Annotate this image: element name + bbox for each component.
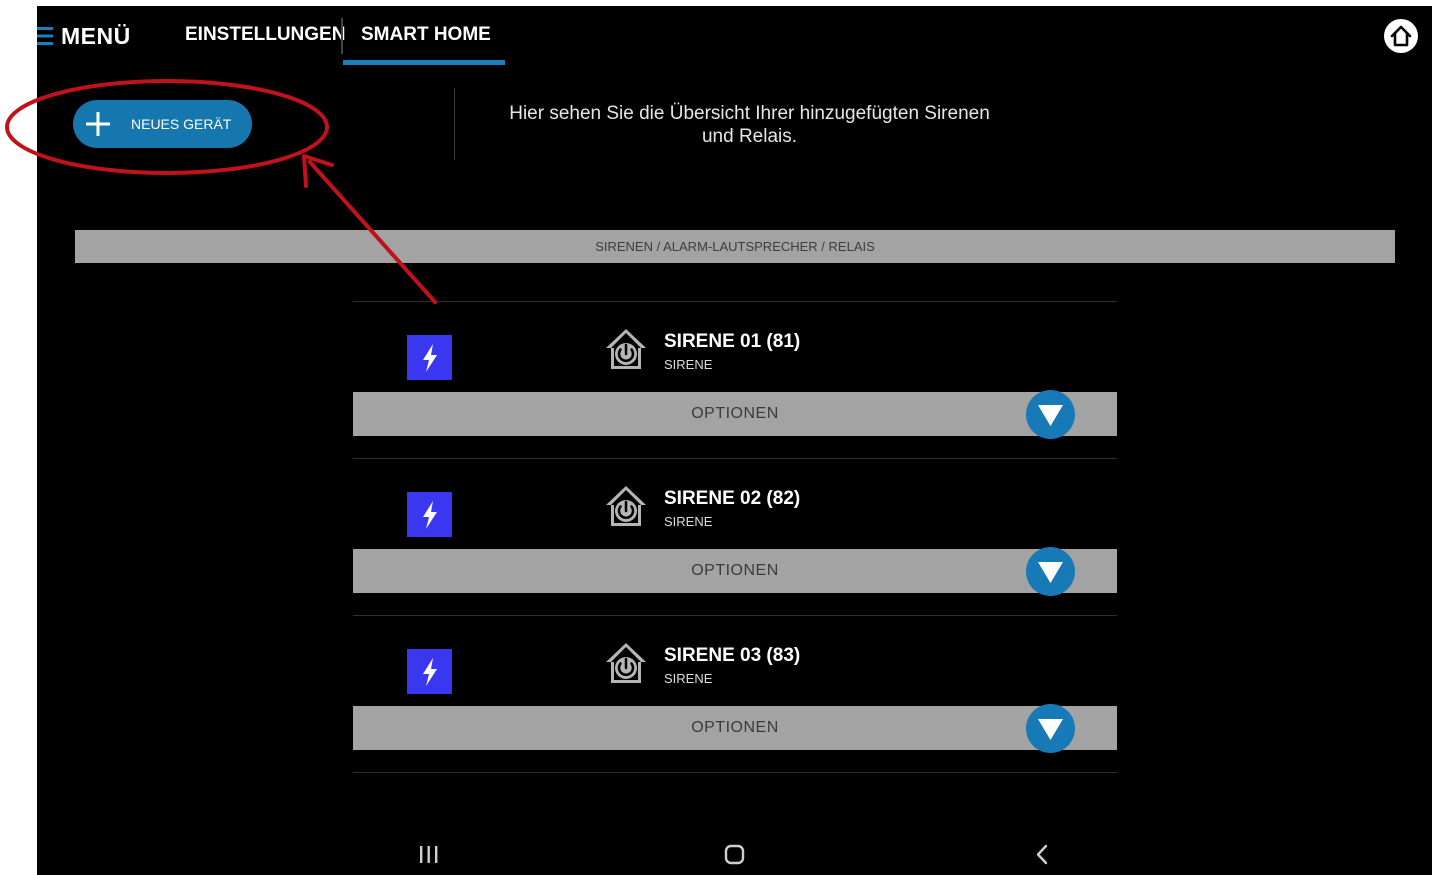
app-screen: MENÜ EINSTELLUNGEN SMART HOME NEUES GERÄ… [37, 6, 1432, 875]
recent-apps-button[interactable] [417, 834, 441, 875]
recent-apps-icon [420, 846, 438, 863]
lightning-button[interactable] [407, 335, 452, 380]
overview-description-line1: Hier sehen Sie die Übersicht Ihrer hinzu… [509, 103, 990, 124]
system-home-button[interactable] [723, 834, 747, 875]
home-icon [1384, 19, 1418, 53]
options-bar[interactable]: OPTIONEN [353, 549, 1117, 593]
chevron-down-icon [1038, 562, 1063, 583]
plus-icon [86, 112, 110, 136]
smart-home-power-icon [606, 486, 646, 526]
section-header: SIRENEN / ALARM-LAUTSPRECHER / RELAIS [75, 230, 1395, 263]
lightning-button[interactable] [407, 492, 452, 537]
device-row: SIRENE 02 (82) SIRENE OPTIONEN [353, 458, 1117, 615]
device-name: SIRENE 02 (82) [664, 488, 801, 509]
lightning-button[interactable] [407, 649, 452, 694]
system-navigation-bar [37, 834, 1432, 874]
new-device-button[interactable]: NEUES GERÄT [73, 100, 252, 148]
home-circle-icon [724, 844, 745, 865]
device-name: SIRENE 03 (83) [664, 645, 801, 666]
options-bar[interactable]: OPTIONEN [353, 392, 1117, 436]
options-expand-button[interactable] [1026, 547, 1075, 596]
device-row: SIRENE 03 (83) SIRENE OPTIONEN [353, 615, 1117, 773]
lightning-icon [423, 501, 437, 529]
chevron-down-icon [1038, 719, 1063, 740]
device-name: SIRENE 01 (81) [664, 331, 801, 352]
tab-einstellungen[interactable]: EINSTELLUNGEN [185, 24, 345, 46]
active-tab-indicator [343, 60, 505, 65]
hamburger-icon [37, 27, 53, 45]
tab-divider [341, 18, 343, 54]
options-expand-button[interactable] [1026, 390, 1075, 439]
device-type: SIRENE [664, 514, 713, 529]
overview-description-line2: und Relais. [701, 126, 798, 147]
menu-button[interactable]: MENÜ [37, 18, 131, 54]
tab-smart-home[interactable]: SMART HOME [361, 24, 491, 46]
device-list: SIRENE 01 (81) SIRENE OPTIONEN SIRENE 02… [353, 301, 1117, 773]
device-type: SIRENE [664, 671, 713, 686]
lightning-icon [423, 658, 437, 686]
overview-description: Hier sehen Sie die Übersicht Ihrer hinzu… [477, 102, 1022, 148]
chevron-down-icon [1038, 405, 1063, 426]
back-button[interactable] [1031, 834, 1055, 875]
lightning-icon [423, 344, 437, 372]
smart-home-power-icon [606, 329, 646, 369]
device-type: SIRENE [664, 357, 713, 372]
options-bar[interactable]: OPTIONEN [353, 706, 1117, 750]
back-icon [1036, 844, 1048, 865]
header-divider [454, 88, 455, 160]
home-button[interactable] [1383, 18, 1419, 54]
smart-home-power-icon [606, 643, 646, 683]
options-expand-button[interactable] [1026, 704, 1075, 753]
menu-label: MENÜ [61, 22, 131, 49]
device-row: SIRENE 01 (81) SIRENE OPTIONEN [353, 301, 1117, 458]
top-navigation: MENÜ EINSTELLUNGEN SMART HOME [37, 6, 1432, 68]
new-device-label: NEUES GERÄT [131, 116, 232, 132]
